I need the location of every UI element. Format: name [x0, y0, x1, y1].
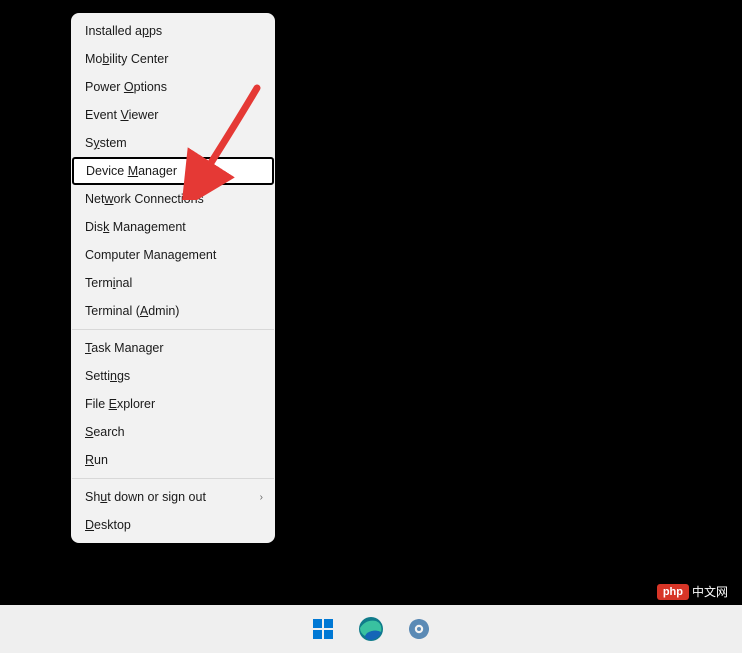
menu-item-computer-management[interactable]: Computer Management: [71, 241, 275, 269]
menu-item-label: Task Manager: [85, 341, 164, 355]
start-button[interactable]: [303, 609, 343, 649]
menu-item-task-manager[interactable]: Task Manager: [71, 334, 275, 362]
menu-item-terminal[interactable]: Terminal: [71, 269, 275, 297]
edge-icon: [358, 616, 384, 642]
menu-item-mobility-center[interactable]: Mobility Center: [71, 45, 275, 73]
taskbar: [0, 605, 742, 653]
menu-item-network-connections[interactable]: Network Connections: [71, 185, 275, 213]
watermark: php 中文网: [654, 580, 736, 603]
menu-item-label: Disk Management: [85, 220, 186, 234]
menu-item-disk-management[interactable]: Disk Management: [71, 213, 275, 241]
winx-context-menu: Installed apps Mobility Center Power Optio…: [71, 13, 275, 543]
menu-item-device-manager[interactable]: Device Manager: [72, 157, 274, 185]
menu-item-search[interactable]: Search: [71, 418, 275, 446]
menu-item-label: Search: [85, 425, 125, 439]
menu-item-shut-down[interactable]: Shut down or sign out ›: [71, 483, 275, 511]
menu-item-system[interactable]: System: [71, 129, 275, 157]
menu-item-event-viewer[interactable]: Event Viewer: [71, 101, 275, 129]
menu-item-label: Device Manager: [86, 164, 177, 178]
menu-item-run[interactable]: Run: [71, 446, 275, 474]
menu-item-terminal-admin[interactable]: Terminal (Admin): [71, 297, 275, 325]
menu-item-label: Power Options: [85, 80, 167, 94]
menu-item-label: Desktop: [85, 518, 131, 532]
menu-item-desktop[interactable]: Desktop: [71, 511, 275, 539]
menu-item-installed-apps[interactable]: Installed apps: [71, 17, 275, 45]
menu-item-label: Computer Management: [85, 248, 216, 262]
menu-item-label: Shut down or sign out: [85, 490, 206, 504]
menu-item-settings[interactable]: Settings: [71, 362, 275, 390]
menu-item-label: Event Viewer: [85, 108, 158, 122]
menu-divider: [72, 478, 274, 479]
gear-icon: [406, 616, 432, 642]
watermark-badge: php: [657, 584, 689, 600]
windows-logo-icon: [311, 617, 335, 641]
menu-item-label: Network Connections: [85, 192, 204, 206]
settings-button[interactable]: [399, 609, 439, 649]
menu-item-label: Terminal (Admin): [85, 304, 179, 318]
menu-divider: [72, 329, 274, 330]
menu-item-label: Mobility Center: [85, 52, 168, 66]
menu-item-label: Installed apps: [85, 24, 162, 38]
menu-item-label: Terminal: [85, 276, 132, 290]
menu-item-label: System: [85, 136, 127, 150]
menu-item-power-options[interactable]: Power Options: [71, 73, 275, 101]
menu-item-file-explorer[interactable]: File Explorer: [71, 390, 275, 418]
menu-item-label: File Explorer: [85, 397, 155, 411]
chevron-right-icon: ›: [260, 492, 263, 503]
menu-item-label: Settings: [85, 369, 130, 383]
menu-item-label: Run: [85, 453, 108, 467]
watermark-text: 中文网: [692, 583, 728, 600]
edge-browser-button[interactable]: [351, 609, 391, 649]
